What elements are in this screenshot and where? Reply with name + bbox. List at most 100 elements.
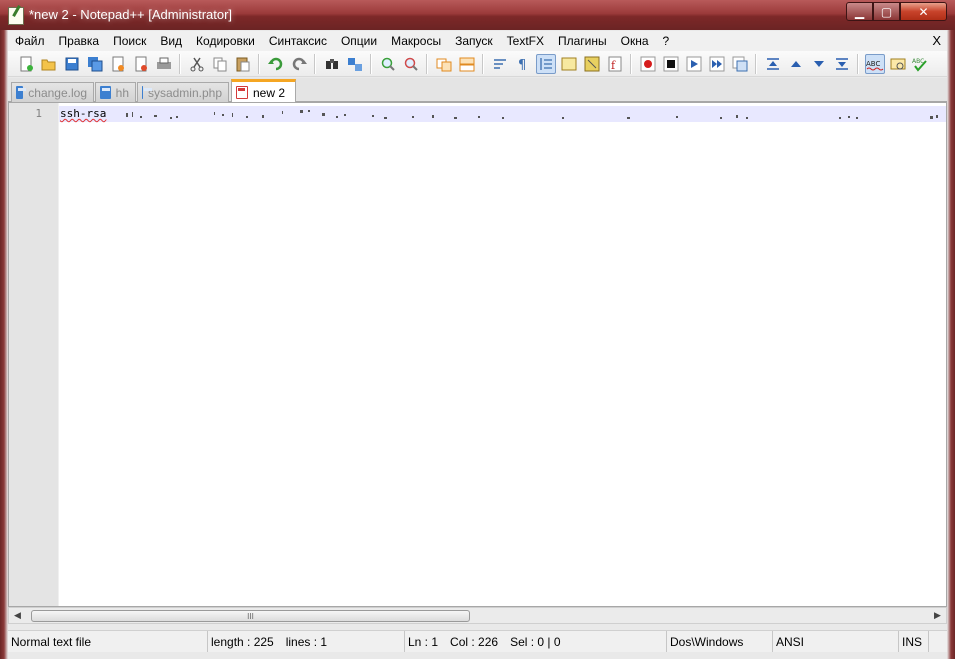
function-list-button[interactable]: f — [605, 54, 625, 74]
replace-button[interactable] — [345, 54, 365, 74]
copy-button[interactable] — [210, 54, 230, 74]
next-button[interactable] — [809, 54, 829, 74]
toolbar-separator — [314, 53, 316, 74]
zoom-out-button[interactable] — [401, 54, 421, 74]
line-number-gutter: 1 — [9, 103, 59, 606]
code-line-text[interactable]: ssh-rsa — [60, 107, 106, 120]
print-icon — [156, 57, 171, 69]
menu-plugins[interactable]: Плагины — [551, 34, 614, 48]
close-all-icon — [135, 56, 147, 71]
notepad-app-icon[interactable] — [8, 7, 24, 25]
menu-view[interactable]: Вид — [153, 34, 189, 48]
menu-file[interactable]: Файл — [8, 34, 52, 48]
paste-button[interactable] — [233, 54, 253, 74]
svg-text:ABC: ABC — [866, 60, 880, 68]
zoom-in-button[interactable] — [378, 54, 398, 74]
title-bar[interactable]: *new 2 - Notepad++ [Administrator] ▁ ▢ ✕ — [0, 0, 955, 30]
menu-settings[interactable]: Опции — [334, 34, 384, 48]
show-all-chars-icon: ¶ — [518, 58, 526, 72]
lines-text: lines : 1 — [285, 634, 328, 649]
close-icon: ✕ — [918, 4, 929, 19]
horizontal-scrollbar[interactable]: ◀ III ▶ — [8, 607, 947, 624]
save-macro-button[interactable] — [730, 54, 750, 74]
new-file-button[interactable] — [16, 54, 36, 74]
menu-search[interactable]: Поиск — [106, 34, 153, 48]
notepad-window: *new 2 - Notepad++ [Administrator] ▁ ▢ ✕… — [0, 0, 955, 659]
menu-bar: Файл Правка Поиск Вид Кодировки Синтакси… — [8, 31, 947, 51]
text-icon — [890, 58, 905, 69]
toolbar-separator — [482, 53, 484, 74]
text-button[interactable] — [888, 54, 908, 74]
encoding-text: ANSI — [776, 634, 805, 649]
text-editor[interactable]: 1 ssh-rsa — [8, 102, 947, 607]
play-macro-button[interactable] — [684, 54, 704, 74]
saved-file-icon — [100, 86, 111, 99]
status-insert-mode[interactable]: INS — [899, 631, 929, 652]
window-title: *new 2 - Notepad++ [Administrator] — [29, 7, 233, 22]
open-file-icon — [41, 59, 55, 70]
menu-help[interactable]: ? — [656, 34, 677, 48]
cut-button[interactable] — [187, 54, 207, 74]
check-button[interactable]: ABC — [911, 54, 931, 74]
doc-map-button[interactable] — [582, 54, 602, 74]
menu-language[interactable]: Синтаксис — [262, 34, 334, 48]
sync-horizontal-button[interactable] — [457, 54, 477, 74]
status-eol[interactable]: Dos\Windows — [667, 631, 773, 652]
col-text: Col : 226 — [450, 634, 499, 649]
tab-new-2[interactable]: new 2 — [231, 79, 296, 103]
undo-button[interactable] — [266, 54, 286, 74]
doc-map-icon — [584, 56, 599, 71]
menu-edit[interactable]: Правка — [52, 34, 107, 48]
tab-hh[interactable]: hh — [95, 82, 136, 102]
scroll-thumb[interactable]: III — [31, 610, 470, 622]
status-encoding[interactable]: ANSI — [773, 631, 899, 652]
fold-all-button[interactable] — [763, 54, 783, 74]
maximize-icon: ▢ — [880, 4, 893, 19]
find-button[interactable] — [322, 54, 342, 74]
prev-button[interactable] — [786, 54, 806, 74]
menu-textfx[interactable]: TextFX — [500, 34, 551, 48]
tab-sysadmin-php[interactable]: sysadmin.php — [137, 82, 229, 102]
spellcheck-button[interactable]: ABC — [864, 53, 885, 74]
minimize-button[interactable]: ▁ — [846, 2, 873, 21]
stop-record-icon — [663, 56, 678, 71]
word-wrap-button[interactable] — [490, 54, 510, 74]
check-icon: ABC — [912, 58, 927, 72]
unfold-all-button[interactable] — [832, 54, 852, 74]
show-all-chars-button[interactable]: ¶ — [513, 54, 533, 74]
redo-button[interactable] — [289, 54, 309, 74]
run-multiple-macro-button[interactable] — [707, 54, 727, 74]
open-file-button[interactable] — [39, 54, 59, 74]
sync-vertical-button[interactable] — [434, 54, 454, 74]
close-file-button[interactable] — [108, 54, 128, 74]
close-document-button[interactable]: X — [932, 33, 941, 48]
obscured-key-text — [122, 107, 940, 121]
menu-run[interactable]: Запуск — [448, 34, 500, 48]
save-macro-icon — [732, 56, 747, 71]
close-all-button[interactable] — [131, 54, 151, 74]
save-button[interactable] — [62, 54, 82, 74]
tab-label: change.log — [28, 85, 87, 100]
status-file-type: Normal text file — [8, 631, 208, 652]
obscured-key-glyphs — [126, 110, 938, 119]
record-macro-button[interactable] — [638, 54, 658, 74]
saved-file-icon — [142, 86, 152, 99]
user-lang-icon — [561, 57, 576, 70]
stop-record-button[interactable] — [661, 54, 681, 74]
menu-window[interactable]: Окна — [614, 34, 656, 48]
word-wrap-icon — [493, 58, 506, 69]
play-macro-icon — [686, 56, 701, 71]
scroll-right-icon[interactable]: ▶ — [929, 608, 946, 623]
save-all-button[interactable] — [85, 54, 105, 74]
user-lang-button[interactable] — [559, 54, 579, 74]
status-position: Ln : 1 Col : 226 Sel : 0 | 0 — [405, 631, 667, 652]
record-macro-icon — [640, 56, 655, 71]
maximize-button[interactable]: ▢ — [873, 2, 900, 21]
print-button[interactable] — [154, 54, 174, 74]
menu-encoding[interactable]: Кодировки — [189, 34, 262, 48]
close-window-button[interactable]: ✕ — [900, 2, 947, 21]
menu-macro[interactable]: Макросы — [384, 34, 448, 48]
tab-change-log[interactable]: change.log — [11, 82, 94, 102]
scroll-left-icon[interactable]: ◀ — [9, 608, 26, 623]
indent-guide-button[interactable] — [535, 53, 556, 74]
